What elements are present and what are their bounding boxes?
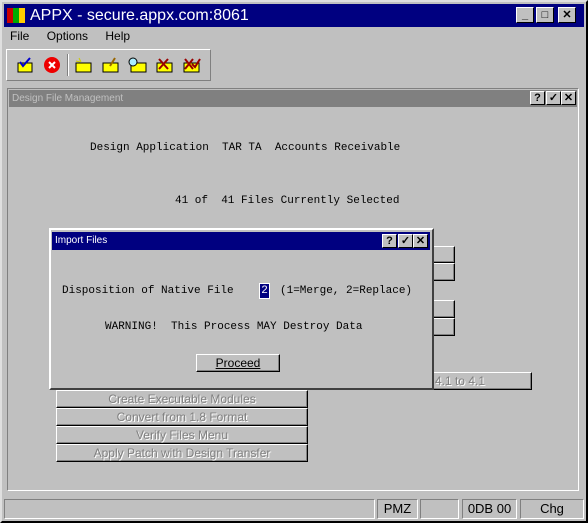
verify-files-menu-button[interactable]: Verify Files Menu: [56, 426, 308, 444]
window-title: APPX - secure.appx.com:8061: [30, 7, 249, 24]
toolbar-separator: [67, 54, 69, 76]
dialog-ok-button[interactable]: ✓: [398, 234, 413, 248]
title-bar: APPX - secure.appx.com:8061 _ □ ✕: [4, 4, 584, 27]
mdi-title: Design File Management: [12, 93, 124, 104]
dialog-close-button[interactable]: ✕: [413, 234, 428, 248]
mdi-ok-button[interactable]: ✓: [546, 91, 561, 105]
status-cell-mode: PMZ: [377, 499, 418, 519]
maximize-button[interactable]: □: [536, 7, 554, 23]
inquire-record-icon[interactable]: [127, 56, 147, 74]
add-record-icon[interactable]: [74, 56, 94, 74]
appx-logo-icon: [7, 8, 25, 23]
mdi-help-button[interactable]: ?: [530, 91, 545, 105]
delete-record-icon[interactable]: [155, 56, 175, 74]
status-cell-change: Chg: [520, 499, 584, 519]
convert-format-button[interactable]: Convert from 1.8 Format: [56, 408, 308, 426]
menu-file[interactable]: File: [10, 29, 29, 43]
menu-options[interactable]: Options: [47, 29, 88, 43]
cancel-icon[interactable]: [43, 56, 63, 74]
disposition-hint: (1=Merge, 2=Replace): [280, 285, 413, 297]
status-cell-empty: [420, 499, 459, 519]
dialog-title-bar: Import Files ? ✓ ✕: [52, 232, 430, 250]
warning-text: WARNING! This Process MAY Destroy Data: [105, 321, 363, 333]
disposition-label: Disposition of Native File: [62, 285, 234, 297]
menu-bar: File Options Help: [10, 29, 144, 43]
menu-help[interactable]: Help: [105, 29, 130, 43]
files-selected-line: 41 of 41 Files Currently Selected: [175, 195, 400, 207]
status-cell-message: [4, 499, 375, 519]
create-executable-modules-button[interactable]: Create Executable Modules: [56, 390, 308, 408]
disposition-input[interactable]: 2: [259, 283, 270, 299]
proceed-label: Proceed: [215, 356, 261, 370]
delete-confirm-icon[interactable]: [182, 56, 202, 74]
close-button[interactable]: ✕: [558, 7, 576, 23]
mdi-title-bar: Design File Management ? ✓ ✕: [9, 90, 577, 107]
proceed-button[interactable]: Proceed: [196, 354, 280, 372]
status-cell-db: 0DB 00: [462, 499, 517, 519]
dialog-title: Import Files: [55, 235, 108, 246]
mdi-close-button[interactable]: ✕: [561, 91, 576, 105]
ok-check-icon[interactable]: [16, 56, 36, 74]
minimize-button[interactable]: _: [516, 7, 534, 23]
edit-record-icon[interactable]: [101, 56, 121, 74]
apply-patch-button[interactable]: Apply Patch with Design Transfer: [56, 444, 308, 462]
design-application-line: Design Application TAR TA Accounts Recei…: [90, 142, 401, 154]
dialog-help-button[interactable]: ?: [382, 234, 397, 248]
